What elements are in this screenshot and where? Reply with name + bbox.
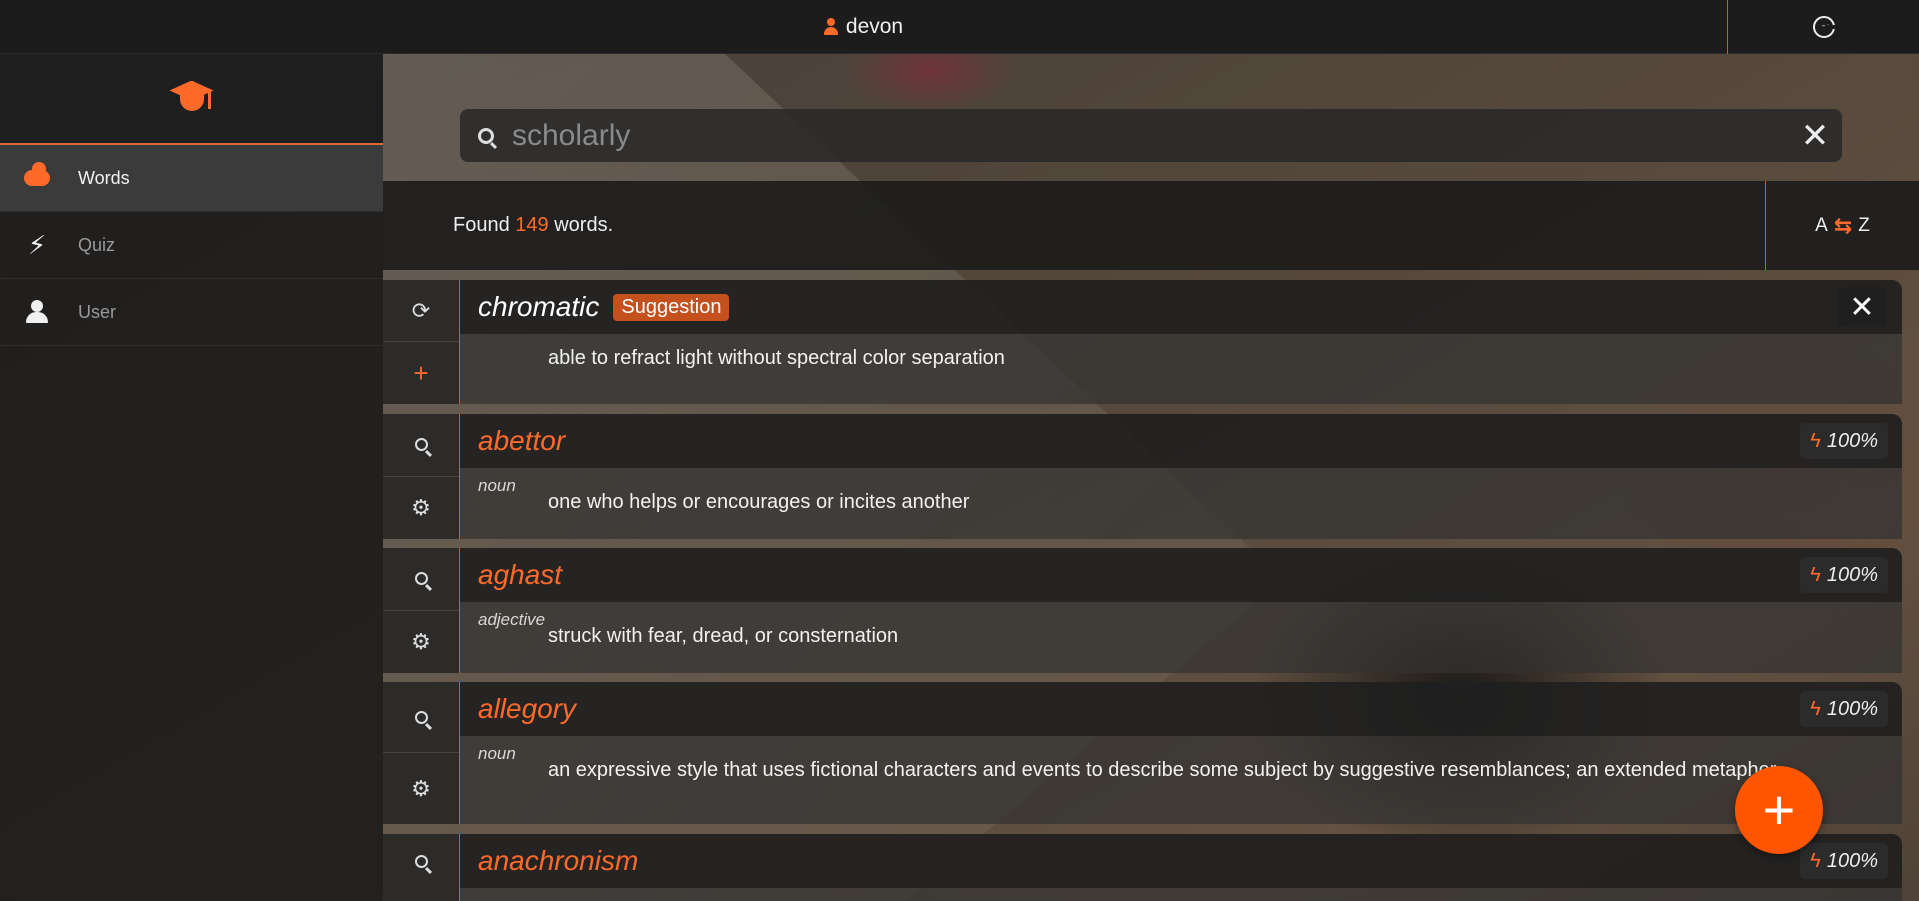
sort-to: Z <box>1858 214 1870 236</box>
gear-icon: ⚙ <box>411 628 431 654</box>
results-bar: Found 149 words. A ⇆ Z <box>383 181 1919 270</box>
sidebar-item-words[interactable]: Words <box>0 145 383 212</box>
user-icon <box>823 18 838 36</box>
word-title[interactable]: aghast <box>478 559 562 591</box>
settings-button[interactable]: ⚙ <box>383 753 459 824</box>
part-of-speech: noun <box>478 476 516 495</box>
sort-from: A <box>1815 214 1828 236</box>
part-of-speech: noun <box>478 744 516 763</box>
person-icon <box>26 300 48 324</box>
score-value: 100% <box>1826 849 1878 872</box>
score-badge: ϟ 100% <box>1800 843 1888 879</box>
settings-button[interactable]: ⚙ <box>383 477 459 540</box>
search-icon <box>414 710 428 724</box>
suggestion-card: ⟳ + chromatic Suggestion ✕ able to refra… <box>383 280 1902 404</box>
app-logo[interactable] <box>0 54 383 145</box>
word-title[interactable]: allegory <box>478 693 576 725</box>
refresh-icon: ⟳ <box>411 297 431 323</box>
search-input[interactable] <box>512 118 1788 153</box>
search-icon <box>414 572 428 586</box>
sidebar-item-quiz[interactable]: ⚡︎ Quiz <box>0 212 383 279</box>
score-badge: ϟ 100% <box>1800 423 1888 459</box>
score-value: 100% <box>1826 563 1878 586</box>
search-bar: ✕ <box>460 109 1842 162</box>
word-definition: an expressive style that uses fictional … <box>548 759 1777 781</box>
search-icon <box>478 127 494 144</box>
word-definition: able to refract light without spectral c… <box>548 347 1005 369</box>
sidebar-item-label: Words <box>78 167 130 188</box>
plus-icon: + <box>413 357 429 388</box>
bolt-icon: ϟ <box>1810 849 1821 872</box>
word-definition: one who helps or encourages or incites a… <box>548 491 970 513</box>
bolt-icon: ϟ <box>1810 429 1821 452</box>
sidebar-item-label: Quiz <box>78 234 116 255</box>
search-icon <box>414 854 428 868</box>
lookup-button[interactable] <box>383 682 459 753</box>
search-icon <box>414 438 428 452</box>
add-word-button[interactable]: + <box>383 342 459 404</box>
lookup-button[interactable] <box>383 548 459 611</box>
word-card: anachronism ϟ 100% <box>383 834 1902 901</box>
results-count: 149 <box>515 214 549 236</box>
refresh-suggestion-button[interactable]: ⟳ <box>383 280 459 342</box>
top-bar: devon <box>0 0 1919 54</box>
word-card: ⚙ abettor ϟ 100% noun one who helps or e… <box>383 414 1902 539</box>
word-title[interactable]: anachronism <box>478 845 638 877</box>
add-word-fab[interactable]: + <box>1735 766 1823 854</box>
username: devon <box>845 15 904 38</box>
lookup-button[interactable] <box>383 834 459 888</box>
lookup-button[interactable] <box>383 414 459 477</box>
word-card: ⚙ allegory ϟ 100% noun an expressive sty… <box>383 682 1902 824</box>
sidebar-item-label: User <box>78 301 117 322</box>
swap-arrows-icon: ⇆ <box>1833 212 1853 238</box>
word-definition: struck with fear, dread, or consternatio… <box>548 625 899 647</box>
word-card: ⚙ aghast ϟ 100% adjective struck with fe… <box>383 548 1902 673</box>
settings-button[interactable]: ⚙ <box>383 611 459 674</box>
sidebar-item-user[interactable]: User <box>0 279 383 346</box>
logout-icon <box>1812 16 1837 38</box>
found-suffix: words. <box>554 214 614 236</box>
word-title: chromatic <box>478 291 600 322</box>
score-badge: ϟ 100% <box>1800 557 1888 593</box>
current-user[interactable]: devon <box>0 0 1727 54</box>
bolt-icon: ϟ <box>1810 563 1821 586</box>
clear-search-button[interactable]: ✕ <box>1788 116 1842 156</box>
gear-icon: ⚙ <box>411 494 431 520</box>
found-prefix: Found <box>453 214 510 236</box>
score-value: 100% <box>1826 697 1878 720</box>
suggestion-badge: Suggestion <box>613 293 730 321</box>
sort-button[interactable]: A ⇆ Z <box>1765 181 1919 270</box>
logout-button[interactable] <box>1727 0 1919 54</box>
graduation-cap-icon <box>168 79 216 119</box>
gear-icon: ⚙ <box>411 775 431 801</box>
score-value: 100% <box>1826 429 1878 452</box>
bolt-icon: ϟ <box>1810 697 1821 720</box>
score-badge: ϟ 100% <box>1800 691 1888 727</box>
results-summary: Found 149 words. <box>453 214 613 237</box>
part-of-speech: adjective <box>478 610 546 629</box>
cloud-icon <box>24 162 50 186</box>
dismiss-suggestion-button[interactable]: ✕ <box>1838 287 1886 327</box>
word-title[interactable]: abettor <box>478 425 565 457</box>
bolt-icon: ⚡︎ <box>27 230 47 260</box>
sidebar: Words ⚡︎ Quiz User <box>0 54 383 901</box>
